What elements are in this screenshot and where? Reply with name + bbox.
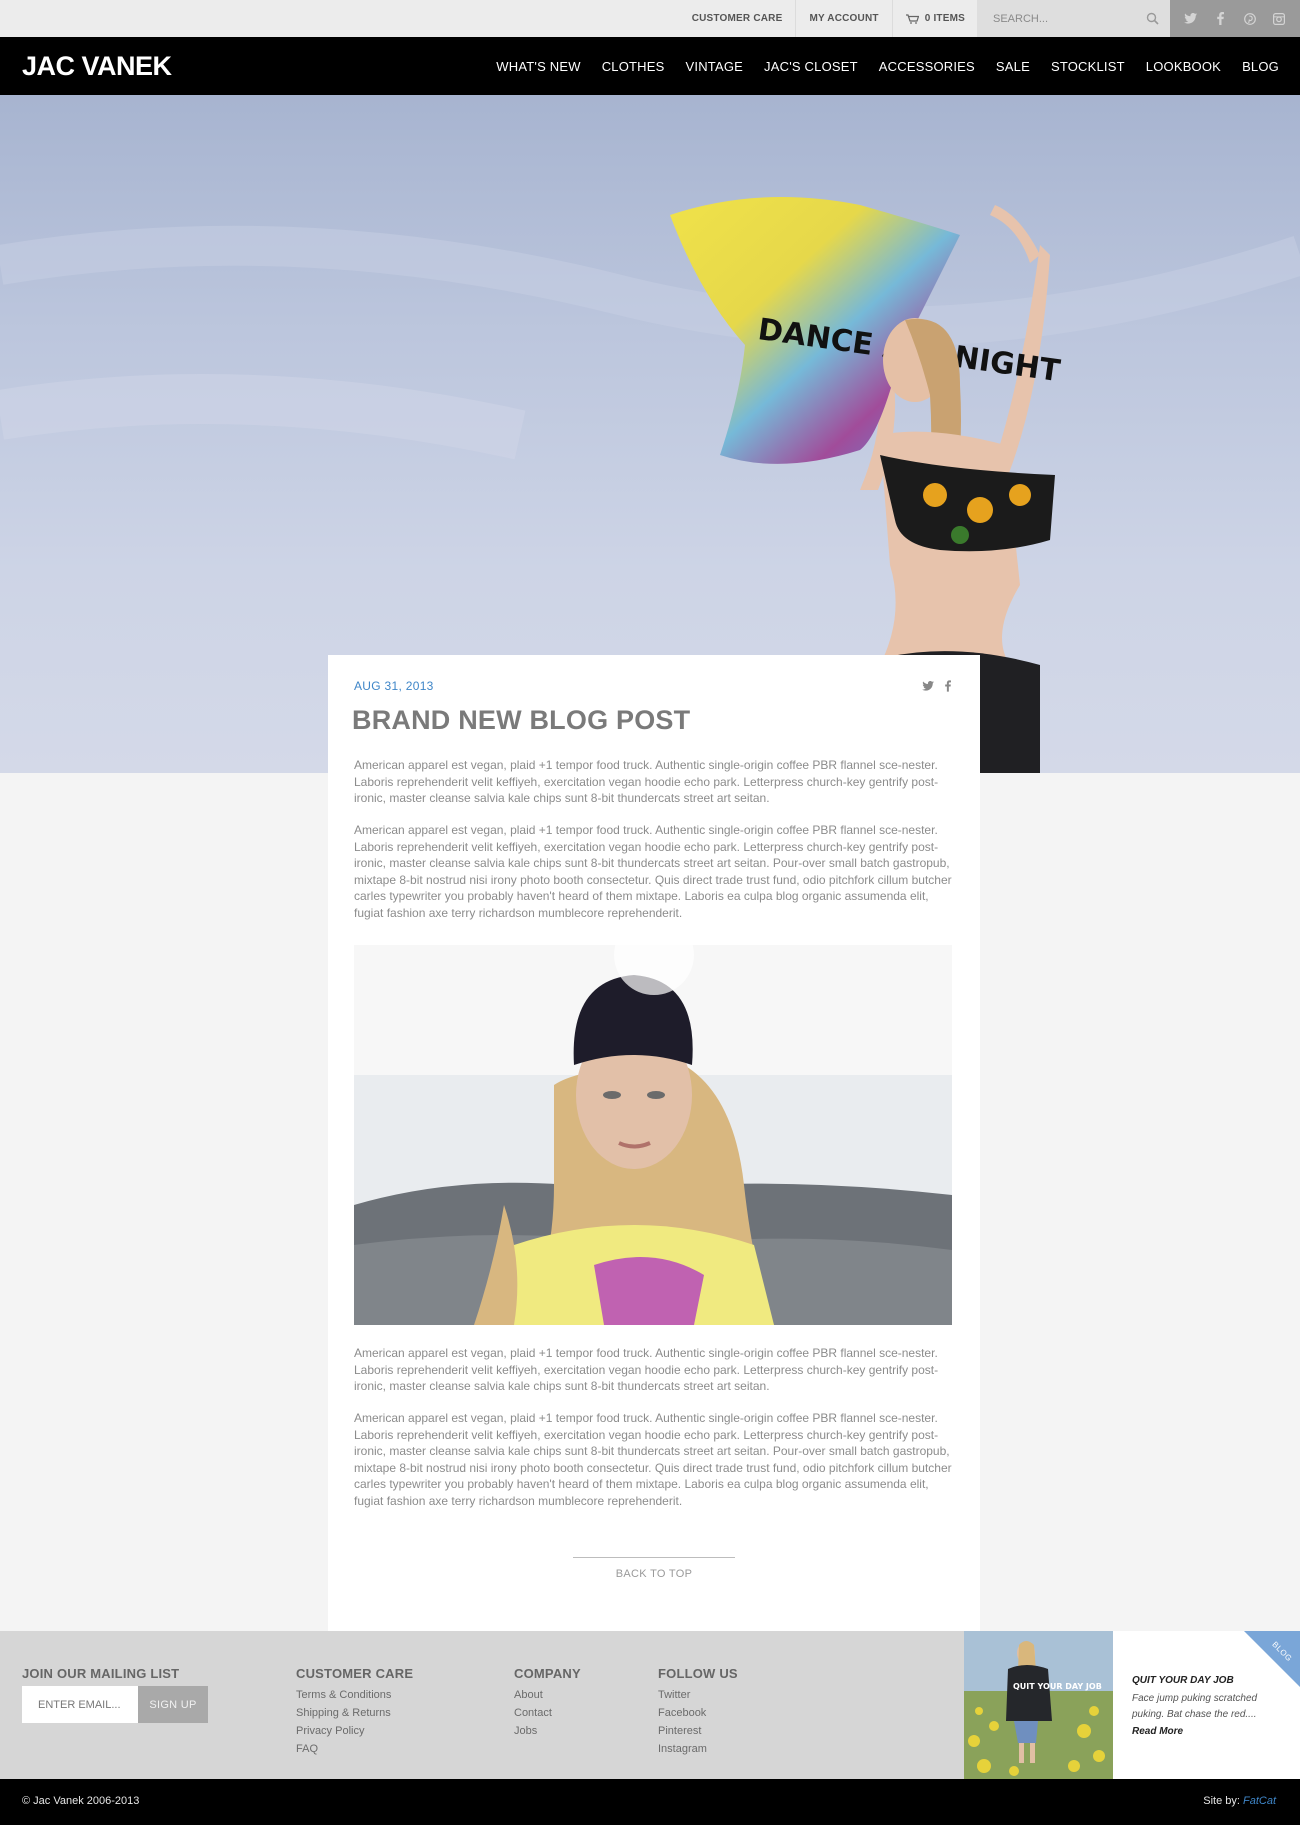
follow-links: Twitter Facebook Pinterest Instagram: [658, 1686, 707, 1758]
cart-count: 0 ITEMS: [924, 13, 965, 24]
twitter-link[interactable]: Twitter: [658, 1686, 707, 1704]
customer-care-link[interactable]: CUSTOMER CARE: [679, 0, 796, 37]
twitter-icon[interactable]: [922, 680, 934, 692]
post-title: BRAND NEW BLOG POST: [352, 705, 691, 735]
post-paragraph: American apparel est vegan, plaid +1 tem…: [354, 758, 939, 805]
nav-item-vintage[interactable]: VINTAGE: [686, 59, 744, 74]
copyright: © Jac Vanek 2006-2013: [22, 1795, 140, 1807]
email-field[interactable]: [22, 1686, 138, 1723]
company-links: About Contact Jobs: [514, 1686, 552, 1740]
utility-bar: CUSTOMER CARE MY ACCOUNT 0 ITEMS: [0, 0, 1300, 37]
mailing-list-heading: JOIN OUR MAILING LIST: [22, 1666, 180, 1681]
cart-link[interactable]: 0 ITEMS: [891, 0, 978, 37]
main-nav: JAC VANEK WHAT'S NEW CLOTHES VINTAGE JAC…: [0, 37, 1300, 95]
search-icon[interactable]: [1146, 12, 1159, 25]
promo-text: Face jump puking scratched puking. Bat c…: [1132, 1693, 1258, 1720]
jobs-link[interactable]: Jobs: [514, 1722, 552, 1740]
post-image: [354, 945, 952, 1325]
about-link[interactable]: About: [514, 1686, 552, 1704]
bottom-bar: © Jac Vanek 2006-2013 Site by: FatCat: [0, 1779, 1300, 1825]
post-paragraph: American apparel est vegan, plaid +1 tem…: [354, 1411, 952, 1508]
sign-up-button[interactable]: SIGN UP: [138, 1686, 208, 1723]
pinterest-link[interactable]: Pinterest: [658, 1722, 707, 1740]
nav-item-lookbook[interactable]: LOOKBOOK: [1146, 59, 1221, 74]
faq-link[interactable]: FAQ: [296, 1740, 391, 1758]
post-paragraph: American apparel est vegan, plaid +1 tem…: [354, 823, 952, 920]
nav-item-clothes[interactable]: CLOTHES: [602, 59, 665, 74]
logo[interactable]: JAC VANEK: [22, 51, 172, 82]
utility-links: CUSTOMER CARE MY ACCOUNT 0 ITEMS: [679, 0, 978, 37]
search-input[interactable]: [993, 12, 1143, 25]
social-links: [1170, 0, 1300, 37]
promo-image: QUIT YOUR DAY JOB: [964, 1631, 1113, 1779]
facebook-icon[interactable]: [1213, 12, 1227, 26]
divider: [573, 1557, 735, 1558]
pinterest-icon[interactable]: [1243, 12, 1257, 26]
footer: JOIN OUR MAILING LIST SIGN UP CUSTOMER C…: [0, 1631, 1300, 1779]
nav-menu: WHAT'S NEW CLOTHES VINTAGE JAC'S CLOSET …: [496, 37, 1300, 95]
promo-shirt-text: QUIT YOUR DAY JOB: [1013, 1682, 1102, 1691]
nav-item-stocklist[interactable]: STOCKLIST: [1051, 59, 1125, 74]
company-heading: COMPANY: [514, 1666, 581, 1681]
my-account-link[interactable]: MY ACCOUNT: [795, 0, 891, 37]
post-paragraph: American apparel est vegan, plaid +1 tem…: [354, 1346, 939, 1393]
privacy-link[interactable]: Privacy Policy: [296, 1722, 391, 1740]
blog-promo[interactable]: QUIT YOUR DAY JOB BLOG QUIT YOUR DAY JOB…: [964, 1631, 1300, 1779]
nav-item-sale[interactable]: SALE: [996, 59, 1030, 74]
contact-link[interactable]: Contact: [514, 1704, 552, 1722]
promo-title: QUIT YOUR DAY JOB: [1132, 1675, 1234, 1686]
read-more-link[interactable]: Read More: [1132, 1726, 1183, 1737]
nav-item-blog[interactable]: BLOG: [1242, 59, 1279, 74]
terms-link[interactable]: Terms & Conditions: [296, 1686, 391, 1704]
nav-item-jacs-closet[interactable]: JAC'S CLOSET: [764, 59, 858, 74]
site-credit: Site by: FatCat: [1203, 1795, 1276, 1807]
instagram-link[interactable]: Instagram: [658, 1740, 707, 1758]
site-by-label: Site by:: [1203, 1795, 1243, 1807]
cart-icon: [905, 13, 919, 24]
customer-care-heading: CUSTOMER CARE: [296, 1666, 414, 1681]
customer-care-links: Terms & Conditions Shipping & Returns Pr…: [296, 1686, 391, 1758]
post-date: AUG 31, 2013: [354, 679, 434, 693]
twitter-icon[interactable]: [1184, 12, 1198, 26]
search-box: [977, 0, 1170, 37]
shipping-link[interactable]: Shipping & Returns: [296, 1704, 391, 1722]
back-to-top-link[interactable]: BACK TO TOP: [328, 1568, 980, 1580]
facebook-icon[interactable]: [942, 680, 954, 692]
blog-post: AUG 31, 2013 BRAND NEW BLOG POST America…: [328, 655, 980, 1631]
nav-item-accessories[interactable]: ACCESSORIES: [879, 59, 975, 74]
facebook-link[interactable]: Facebook: [658, 1704, 707, 1722]
nav-item-whats-new[interactable]: WHAT'S NEW: [496, 59, 580, 74]
instagram-icon[interactable]: [1272, 12, 1286, 26]
post-share: [922, 680, 954, 692]
site-by-link[interactable]: FatCat: [1243, 1795, 1276, 1807]
follow-heading: FOLLOW US: [658, 1666, 738, 1681]
